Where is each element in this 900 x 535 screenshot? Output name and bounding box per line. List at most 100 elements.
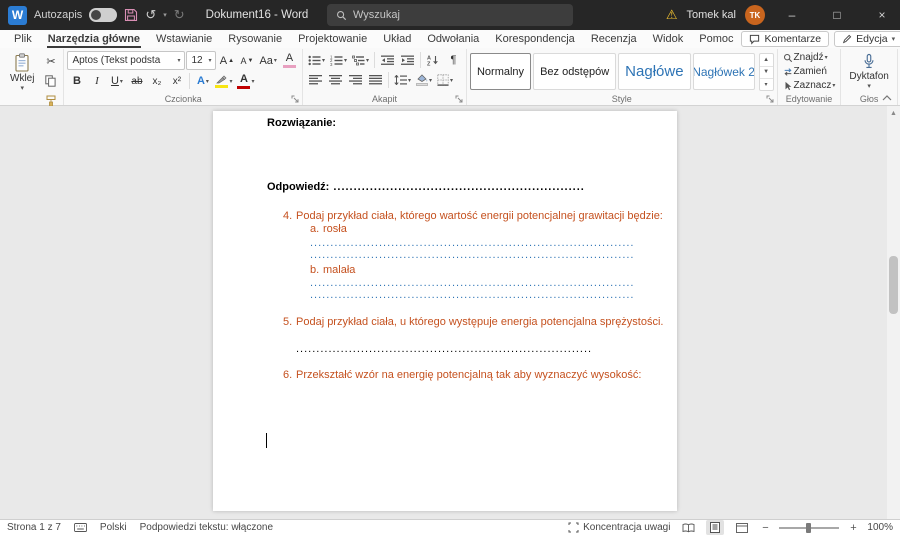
- warning-icon[interactable]: ⚠: [666, 7, 678, 23]
- sort-button[interactable]: AZ: [424, 51, 443, 69]
- font-size-select[interactable]: 12 ▾: [186, 51, 216, 70]
- grow-font-button[interactable]: A▲: [217, 52, 236, 70]
- replace-button[interactable]: Zamień: [781, 65, 838, 78]
- superscript-button[interactable]: x²: [167, 72, 186, 90]
- tab-odwolania[interactable]: Odwołania: [419, 30, 487, 48]
- group-styles: Normalny Bez odstępów Nagłówe Nagłówek 2…: [467, 49, 778, 105]
- font-color-button[interactable]: A▾: [235, 72, 256, 90]
- print-layout-button[interactable]: [706, 520, 724, 535]
- text-effects-button[interactable]: A▾: [193, 72, 212, 90]
- question-4b-text: malała: [323, 264, 355, 276]
- tab-widok[interactable]: Widok: [645, 30, 692, 48]
- scroll-up-icon[interactable]: ▲: [887, 110, 900, 117]
- chevron-down-icon: ▾: [408, 77, 411, 84]
- tab-wstawianie[interactable]: Wstawianie: [148, 30, 220, 48]
- underline-button[interactable]: U▾: [107, 72, 126, 90]
- borders-button[interactable]: ▾: [435, 71, 455, 89]
- zoom-in-button[interactable]: +: [848, 522, 858, 534]
- styles-gallery-more-icon[interactable]: ▾: [760, 78, 773, 90]
- style-no-spacing[interactable]: Bez odstępów: [533, 53, 616, 90]
- tab-plik[interactable]: Plik: [6, 30, 40, 48]
- word-logo-icon[interactable]: W: [8, 6, 27, 25]
- tab-uklad[interactable]: Układ: [375, 30, 419, 48]
- align-left-button[interactable]: [306, 71, 325, 89]
- style-normal[interactable]: Normalny: [470, 53, 531, 90]
- comments-button[interactable]: Komentarze: [741, 31, 829, 47]
- tab-recenzja[interactable]: Recenzja: [583, 30, 645, 48]
- tab-rysowanie[interactable]: Rysowanie: [220, 30, 290, 48]
- user-name[interactable]: Tomek kal: [686, 9, 736, 21]
- language-button[interactable]: Polski: [100, 522, 127, 533]
- close-button[interactable]: ×: [864, 0, 900, 30]
- redo-icon[interactable]: ↻: [174, 7, 185, 23]
- show-marks-button[interactable]: ¶: [444, 51, 463, 69]
- cut-button[interactable]: ✂: [41, 52, 60, 70]
- tab-projektowanie[interactable]: Projektowanie: [290, 30, 375, 48]
- web-layout-button[interactable]: [733, 520, 751, 535]
- zoom-slider-thumb[interactable]: [806, 523, 811, 533]
- zoom-out-button[interactable]: −: [760, 522, 770, 534]
- styles-dialog-launcher-icon[interactable]: [766, 95, 774, 103]
- undo-icon[interactable]: ↺: [145, 7, 156, 23]
- shrink-font-button[interactable]: A▼: [237, 52, 256, 70]
- align-center-button[interactable]: [326, 71, 345, 89]
- copy-button[interactable]: [41, 72, 60, 90]
- tab-pomoc[interactable]: Pomoc: [691, 30, 741, 48]
- minimize-button[interactable]: –: [774, 0, 810, 30]
- line-spacing-button[interactable]: ▾: [392, 71, 413, 89]
- autosave-toggle[interactable]: [89, 8, 117, 22]
- tab-korespondencja[interactable]: Korespondencja: [487, 30, 583, 48]
- bold-button[interactable]: B: [67, 72, 86, 90]
- scrollbar-thumb[interactable]: [889, 256, 898, 314]
- bullets-button[interactable]: ▾: [306, 51, 327, 69]
- avatar[interactable]: TK: [745, 5, 765, 25]
- numbering-button[interactable]: 123▾: [328, 51, 349, 69]
- maximize-button[interactable]: □: [819, 0, 855, 30]
- font-name-select[interactable]: Aptos (Tekst podsta ▾: [67, 51, 185, 70]
- subscript-button[interactable]: x₂: [147, 72, 166, 90]
- sort-icon: AZ: [427, 55, 439, 66]
- save-icon[interactable]: [124, 8, 138, 22]
- multilevel-list-button[interactable]: ▾: [350, 51, 371, 69]
- vertical-scrollbar[interactable]: ▲: [887, 106, 900, 519]
- decrease-indent-button[interactable]: [378, 51, 397, 69]
- align-right-button[interactable]: [346, 71, 365, 89]
- search-box[interactable]: Wyszukaj: [327, 4, 573, 26]
- down-arrow-icon: ▼: [247, 58, 253, 64]
- clear-formatting-button[interactable]: A: [280, 52, 299, 70]
- group-font: Aptos (Tekst podsta ▾ 12 ▾ A▲ A▼ Aa▾ A: [64, 49, 302, 105]
- style-heading1[interactable]: Nagłówe: [618, 53, 690, 90]
- paragraph-dialog-launcher-icon[interactable]: [455, 95, 463, 103]
- collapse-ribbon-icon[interactable]: [882, 95, 892, 101]
- editing-mode-button[interactable]: Edycja ▾: [834, 31, 900, 47]
- question-4a-number: a.: [310, 223, 323, 235]
- justify-button[interactable]: [366, 71, 385, 89]
- text-predictions-status[interactable]: Podpowiedzi tekstu: włączone: [140, 522, 273, 533]
- zoom-slider[interactable]: [779, 527, 839, 529]
- document-page[interactable]: Rozwiązanie: Odpowiedź: ................…: [213, 111, 677, 511]
- tab-narzedzia-glowne[interactable]: Narzędzia główne: [40, 30, 148, 48]
- page-indicator[interactable]: Strona 1 z 7: [7, 522, 61, 533]
- select-button[interactable]: Zaznacz ▾: [781, 79, 838, 92]
- styles-scroll-up-icon[interactable]: ▲: [760, 54, 773, 66]
- chevron-down-icon: ▾: [322, 57, 325, 64]
- increase-indent-button[interactable]: [398, 51, 417, 69]
- dictate-button[interactable]: Dyktafon ▾: [844, 51, 893, 93]
- change-case-button[interactable]: Aa▾: [257, 52, 278, 70]
- italic-button[interactable]: I: [87, 72, 106, 90]
- question-4a-text: rosła: [323, 223, 347, 235]
- read-mode-button[interactable]: [679, 520, 697, 535]
- styles-scroll-down-icon[interactable]: ▼: [760, 66, 773, 78]
- undo-dropdown-icon[interactable]: ▾: [163, 11, 167, 19]
- text-predictions-label: Podpowiedzi tekstu: włączone: [140, 522, 273, 533]
- keyboard-icon[interactable]: [74, 523, 87, 532]
- strikethrough-button[interactable]: ab: [127, 72, 146, 90]
- find-button[interactable]: Znajdź ▾: [781, 51, 838, 64]
- style-heading2[interactable]: Nagłówek 2: [693, 53, 755, 90]
- shading-button[interactable]: ▾: [414, 71, 434, 89]
- paste-button[interactable]: Wklej ▾: [5, 51, 39, 95]
- highlight-button[interactable]: ▾: [213, 72, 234, 90]
- focus-button[interactable]: Koncentracja uwagi: [568, 522, 670, 533]
- zoom-level[interactable]: 100%: [867, 522, 893, 533]
- font-dialog-launcher-icon[interactable]: [291, 95, 299, 103]
